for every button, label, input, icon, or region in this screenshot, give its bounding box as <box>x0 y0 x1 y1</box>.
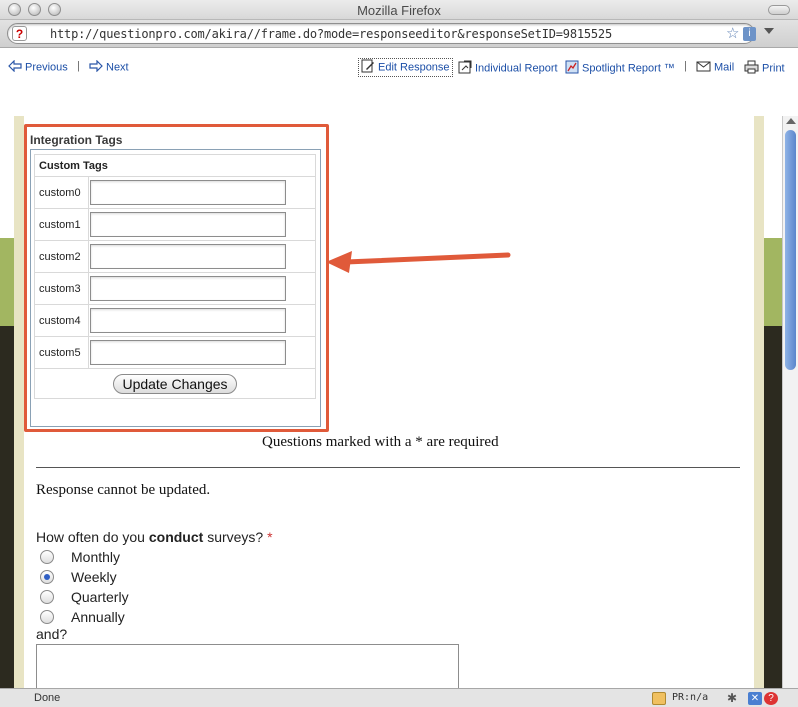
print-label: Print <box>762 62 785 75</box>
nav-separator: | <box>77 60 80 72</box>
arrow-left-icon <box>8 59 22 75</box>
spotlight-report-label: Spotlight Report ™ <box>582 62 675 75</box>
next-label: Next <box>106 61 129 74</box>
individual-report-label: Individual Report <box>475 62 558 75</box>
question-text: How often do you conduct surveys? * <box>36 529 273 545</box>
highlight-box <box>24 124 329 432</box>
pagerank-indicator: PR:n/a <box>672 692 709 703</box>
arrow-right-icon <box>89 59 103 75</box>
mail-label: Mail <box>714 61 735 74</box>
bookmark-star-icon[interactable]: ☆ <box>726 26 739 41</box>
status-text: Done <box>34 692 61 704</box>
option-label: Annually <box>71 609 125 625</box>
previous-label: Previous <box>25 61 68 74</box>
edit-document-icon <box>361 59 375 76</box>
toolbar-toggle-button[interactable] <box>768 5 790 15</box>
scrollbar-thumb[interactable] <box>785 130 796 370</box>
next-link[interactable]: Next <box>89 59 129 75</box>
required-marker: * <box>267 529 273 545</box>
print-link[interactable]: Print <box>744 60 785 77</box>
previous-link[interactable]: Previous <box>8 59 68 75</box>
radio-button-selected[interactable] <box>40 570 54 584</box>
edit-response-label: Edit Response <box>378 61 450 74</box>
report-icon <box>458 60 472 77</box>
tools-icon[interactable]: ✱ <box>727 692 741 705</box>
notepad-icon[interactable] <box>652 692 666 705</box>
question-emphasis: conduct <box>148 529 204 545</box>
update-status-message: Response cannot be updated. <box>36 482 211 498</box>
required-note: Questions marked with a * are required <box>262 434 499 450</box>
annotation-arrow-icon <box>326 251 511 273</box>
radio-button[interactable] <box>40 610 54 624</box>
mail-icon <box>696 60 711 75</box>
mail-link[interactable]: Mail <box>696 60 734 75</box>
edit-response-link[interactable]: Edit Response <box>358 58 453 77</box>
divider <box>36 467 740 468</box>
option-label: Weekly <box>71 569 117 585</box>
individual-report-link[interactable]: Individual Report <box>458 60 558 77</box>
window-title: Mozilla Firefox <box>357 3 441 18</box>
url-bar[interactable]: ? http://questionpro.com/akira//frame.do… <box>7 23 756 44</box>
help-icon[interactable]: ? <box>764 692 778 705</box>
status-bar: Done PR:n/a ✱ ✕ ? <box>0 688 798 707</box>
close-icon[interactable]: ✕ <box>748 692 762 705</box>
option-label: Quarterly <box>71 589 129 605</box>
question-text-part: surveys? <box>203 529 264 545</box>
site-identity-icon[interactable]: ? <box>12 26 27 41</box>
chart-icon <box>565 60 579 77</box>
printer-icon <box>744 60 759 77</box>
radio-button[interactable] <box>40 550 54 564</box>
vertical-scrollbar[interactable] <box>782 116 798 688</box>
spotlight-report-link[interactable]: Spotlight Report ™ <box>565 60 675 77</box>
chevron-down-icon[interactable] <box>764 28 774 34</box>
option-label: Monthly <box>71 549 121 565</box>
info-icon[interactable]: i <box>743 27 756 41</box>
response-toolbar: Previous | Next Edit Response Individual… <box>0 48 798 116</box>
nav-separator: | <box>684 60 687 72</box>
browser-toolbar: ? http://questionpro.com/akira//frame.do… <box>0 20 798 48</box>
followup-label: and? <box>36 626 68 642</box>
scroll-up-icon[interactable] <box>786 118 796 124</box>
radio-button[interactable] <box>40 590 54 604</box>
url-text[interactable]: http://questionpro.com/akira//frame.do?m… <box>50 27 612 41</box>
question-text-part: How often do you <box>36 529 149 545</box>
window-titlebar: Mozilla Firefox <box>0 0 798 20</box>
